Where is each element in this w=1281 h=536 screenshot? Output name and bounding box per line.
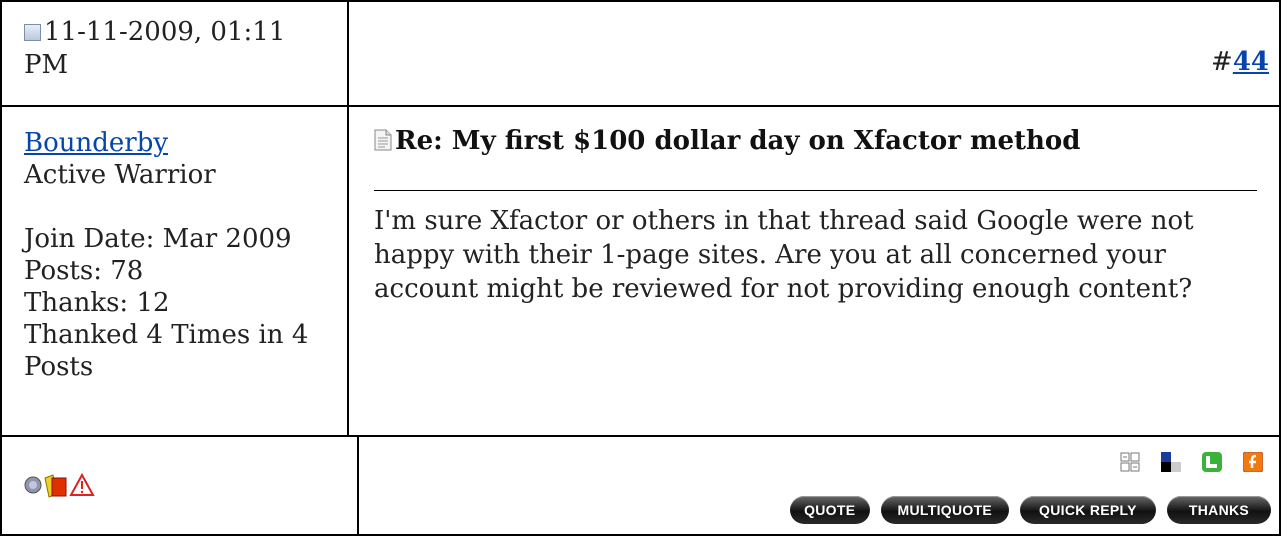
post-count: Posts: 78 bbox=[24, 256, 144, 286]
delicious-icon[interactable] bbox=[1160, 451, 1182, 473]
join-date: Join Date: Mar 2009 bbox=[24, 224, 292, 254]
post-title: Re: My first $100 dollar day on Xfactor … bbox=[374, 126, 1080, 156]
offline-status-icon[interactable] bbox=[24, 476, 42, 494]
post-message: I'm sure Xfactor or others in that threa… bbox=[374, 206, 1194, 304]
title-divider bbox=[374, 190, 1257, 191]
post-permalink[interactable]: 44 bbox=[1233, 47, 1269, 77]
header-divider bbox=[2, 105, 1279, 107]
share-icons bbox=[1104, 451, 1264, 473]
multiquote-button[interactable]: MULTIQUOTE bbox=[880, 496, 1009, 524]
technorati-icon[interactable] bbox=[1201, 452, 1222, 472]
reputation-icon[interactable] bbox=[44, 474, 67, 498]
report-post-icon[interactable] bbox=[69, 472, 95, 496]
user-info: Bounderby Active Warrior Join Date: Mar … bbox=[24, 127, 344, 383]
forum-post: 11-11-2009, 01:11 PM #44 Bounderby Activ… bbox=[0, 0, 1281, 536]
document-icon bbox=[374, 129, 392, 151]
user-rank: Active Warrior bbox=[24, 160, 216, 190]
post-date: 11-11-2009, 01:11 PM bbox=[24, 17, 286, 80]
user-status-icons bbox=[24, 472, 96, 504]
thanks-button[interactable]: THANKS bbox=[1167, 496, 1271, 524]
username-link[interactable]: Bounderby bbox=[24, 128, 168, 158]
footer-divider bbox=[2, 435, 1279, 437]
post-action-buttons: QUOTE MULTIQUOTE QUICK REPLY THANKS bbox=[784, 496, 1271, 525]
footer-column-divider bbox=[357, 435, 359, 535]
furl-icon[interactable] bbox=[1242, 451, 1264, 473]
social-share-icon[interactable] bbox=[1120, 452, 1140, 472]
user-info-spacer bbox=[24, 191, 344, 223]
thanked-count: Thanked 4 Times in 4 Posts bbox=[24, 320, 309, 382]
post-status-icon bbox=[24, 24, 41, 41]
quote-button[interactable]: QUOTE bbox=[789, 496, 870, 524]
thanks-count: Thanks: 12 bbox=[24, 288, 170, 318]
post-number: #44 bbox=[1211, 47, 1269, 77]
column-divider bbox=[347, 2, 349, 435]
quick-reply-button[interactable]: QUICK REPLY bbox=[1019, 496, 1156, 524]
